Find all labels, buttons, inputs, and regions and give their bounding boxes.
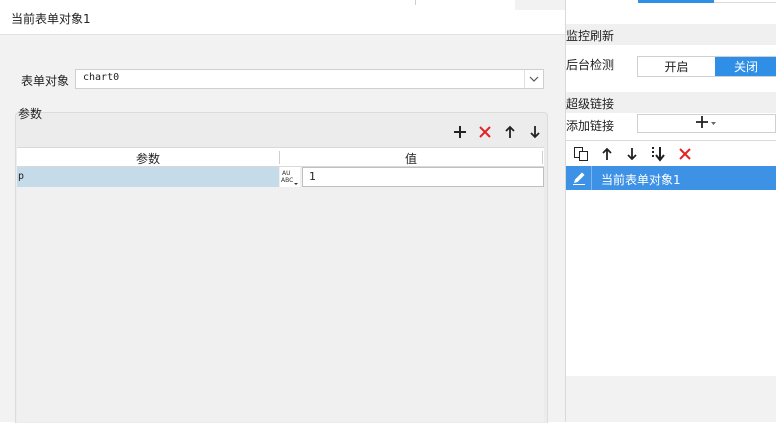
column-header-param: 参数 [135, 152, 160, 166]
close-icon[interactable] [476, 123, 494, 141]
form-object-select[interactable]: chart0 [75, 69, 544, 89]
tab-indicator [638, 0, 714, 3]
list-item-label: 当前表单对象1 [601, 173, 681, 187]
table-header: 参数 值 [17, 147, 544, 167]
list-item[interactable]: 当前表单对象1 [566, 166, 776, 190]
divider [542, 151, 543, 164]
dialog-title: 当前表单对象1 [11, 12, 91, 26]
right-lower-area [566, 376, 776, 422]
arrow-up-icon[interactable] [598, 145, 616, 163]
toggle-on-button[interactable]: 开启 [638, 57, 715, 76]
add-link-label: 添加链接 [566, 119, 615, 133]
hyperlink-toolbar [566, 144, 776, 164]
monitor-refresh-title: 监控刷新 [566, 29, 615, 43]
form-object-dialog: 当前表单对象1 表单对象 chart0 参数 参数 值 p AU ABC 1 [0, 0, 566, 423]
chevron-down-icon[interactable] [524, 70, 543, 88]
svg-text:ABC: ABC [281, 177, 293, 184]
dialog-titlebar: 当前表单对象1 [0, 0, 565, 35]
svg-text:AU: AU [282, 170, 291, 177]
param-name-cell[interactable]: p [17, 167, 279, 187]
param-value-input[interactable]: 1 [302, 167, 544, 187]
background-check-label: 后台检测 [566, 58, 615, 72]
value-type-icon[interactable]: AU ABC [280, 167, 300, 187]
arrow-down-icon[interactable] [623, 145, 641, 163]
hyperlink-title: 超级链接 [566, 97, 615, 111]
arrow-up-icon[interactable] [501, 123, 519, 141]
divider [415, 0, 416, 5]
pencil-icon[interactable] [566, 166, 592, 190]
monitor-refresh-header: 监控刷新 [566, 24, 776, 45]
hyperlink-list-panel: 当前表单对象1 [566, 140, 776, 377]
form-object-select-value: chart0 [83, 72, 120, 83]
param-name: p [18, 171, 25, 182]
params-group-label: 参数 [18, 107, 43, 121]
table-row[interactable]: p AU ABC 1 [17, 167, 544, 188]
params-table: 参数 值 p AU ABC 1 [17, 147, 544, 422]
divider [714, 0, 776, 3]
column-header-value: 值 [404, 152, 417, 166]
hyperlink-header: 超级链接 [566, 92, 776, 113]
add-link-button[interactable] [637, 114, 776, 133]
background-check-toggle: 开启 关闭 [637, 56, 776, 77]
arrow-down-icon[interactable] [526, 123, 544, 141]
plus-icon[interactable] [451, 123, 469, 141]
close-icon[interactable] [676, 145, 694, 163]
toggle-off-button[interactable]: 关闭 [715, 57, 776, 76]
form-object-label: 表单对象 [21, 74, 70, 88]
param-value: 1 [309, 170, 316, 183]
divider [515, 0, 565, 10]
copy-icon[interactable] [572, 145, 590, 163]
move-bottom-icon[interactable] [649, 145, 667, 163]
plus-dropdown-icon [695, 115, 719, 132]
